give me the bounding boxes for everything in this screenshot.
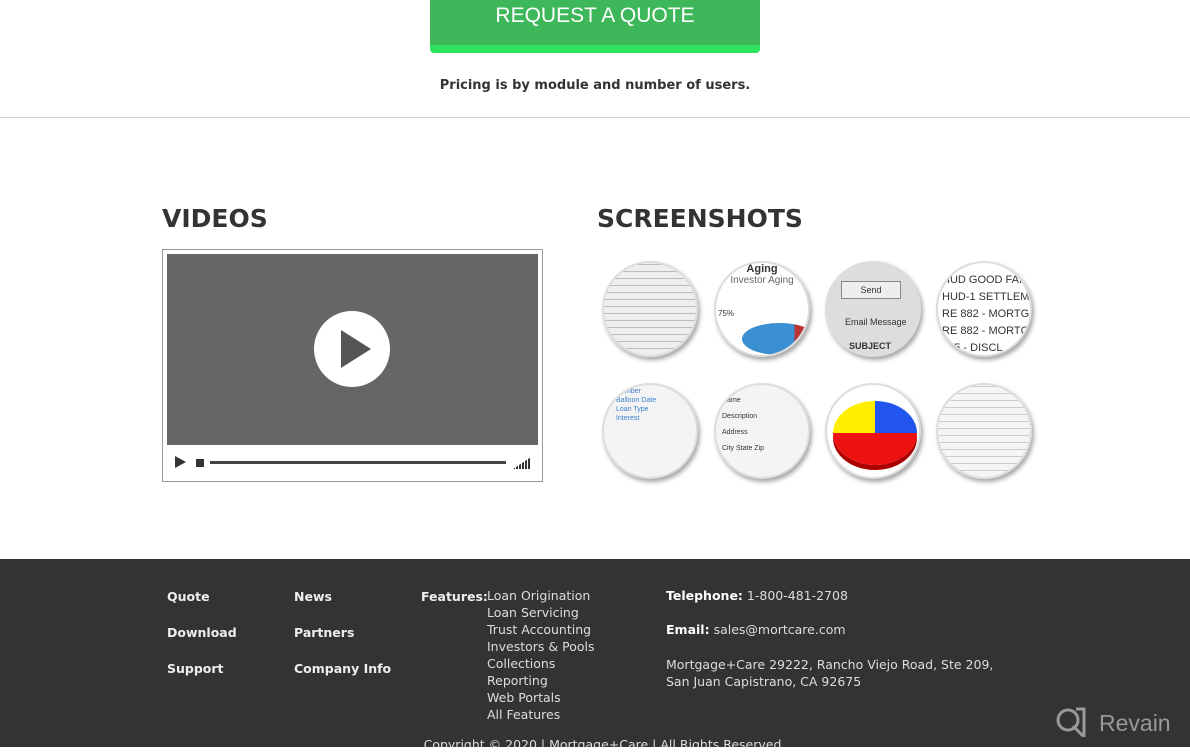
revain-logo-icon [1056,707,1086,738]
screenshot-thumb-5[interactable]: Number Balloon Date Loan Type Interest [602,383,698,479]
feature-link[interactable]: Web Portals [487,689,594,706]
footer-link-download[interactable]: Download [167,625,237,640]
stop-icon[interactable] [196,459,204,467]
screenshot-thumb-6[interactable]: Name Description Address City State Zip [714,383,810,479]
features-list: Loan Origination Loan Servicing Trust Ac… [487,587,594,723]
screenshot-thumb-8[interactable] [936,383,1032,479]
progress-bar[interactable] [210,461,506,464]
divider [0,117,1190,118]
footer-link-news[interactable]: News [294,589,332,604]
request-quote-button[interactable]: REQUEST A QUOTE [430,0,760,53]
screenshot-thumb-1[interactable] [602,261,698,357]
page-bottom-edge [0,747,1190,753]
feature-link[interactable]: Loan Servicing [487,604,594,621]
screenshots-heading: SCREENSHOTS [597,204,803,233]
feature-link[interactable]: Reporting [487,672,594,689]
feature-link[interactable]: All Features [487,706,594,723]
play-control-icon[interactable] [175,455,187,469]
telephone: Telephone: 1-800-481-2708 [666,588,848,603]
footer-link-support[interactable]: Support [167,661,224,676]
screenshot-thumb-4[interactable]: HUD GOOD FAIT HUD-1 SETTLEME RE 882 - MO… [936,261,1032,357]
pie-chart-graphic [833,401,917,465]
play-icon[interactable] [314,311,390,387]
footer-link-partners[interactable]: Partners [294,625,354,640]
footer: Quote Download Support News Partners Com… [0,559,1190,753]
features-label: Features: [421,589,488,604]
screenshot-thumb-2[interactable]: Aging Investor Aging 75% [714,261,810,357]
videos-heading: VIDEOS [162,204,268,233]
footer-link-quote[interactable]: Quote [167,589,210,604]
screenshot-thumb-7[interactable] [825,383,921,479]
feature-link[interactable]: Trust Accounting [487,621,594,638]
footer-link-company-info[interactable]: Company Info [294,661,391,676]
revain-watermark: Revain [1055,707,1171,739]
pricing-note: Pricing is by module and number of users… [439,78,751,93]
feature-link[interactable]: Investors & Pools [487,638,594,655]
screenshot-thumb-3[interactable]: Send Email Message SUBJECT [825,261,921,357]
volume-icon[interactable] [513,457,531,469]
address: Mortgage+Care 29222, Rancho Viejo Road, … [666,657,994,689]
email: Email: sales@mortcare.com [666,622,846,637]
feature-link[interactable]: Collections [487,655,594,672]
video-screen[interactable] [167,254,538,445]
pie-chart-graphic [742,323,808,355]
feature-link[interactable]: Loan Origination [487,587,594,604]
video-player[interactable] [162,249,543,482]
